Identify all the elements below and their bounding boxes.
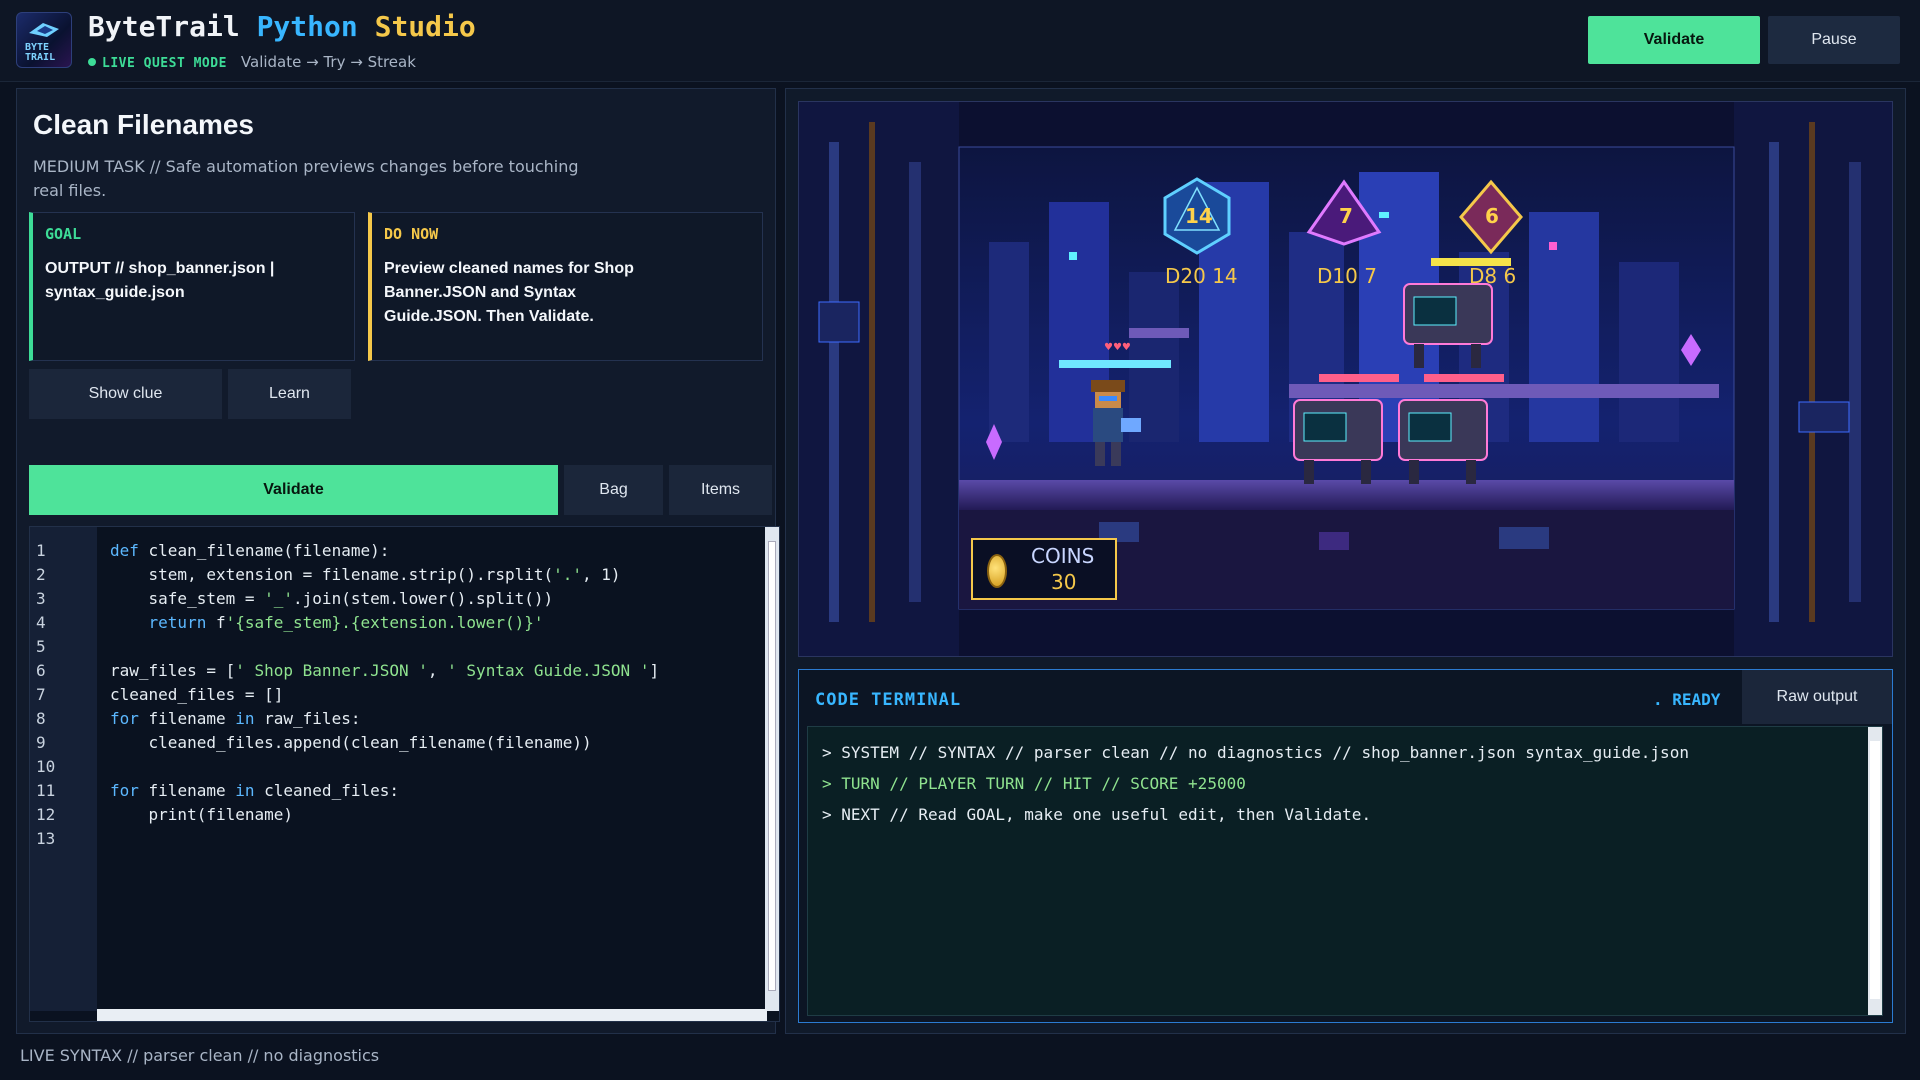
app-title-studio: Studio [374, 10, 476, 43]
code-terminal: CODE TERMINAL . READY Raw output > SYSTE… [798, 669, 1893, 1023]
terminal-status: . READY [1653, 690, 1721, 709]
terminal-output[interactable]: > SYSTEM // SYNTAX // parser clean // no… [807, 726, 1883, 1016]
code-line[interactable]: print(filename) [110, 805, 294, 824]
terminal-line: > TURN // PLAYER TURN // HIT // SCORE +2… [822, 774, 1246, 793]
items-button[interactable]: Items [669, 465, 772, 515]
terminal-scrollbar[interactable] [1868, 727, 1882, 1015]
line-number: 11 [36, 781, 56, 800]
goal-text: OUTPUT // shop_banner.json | syntax_guid… [45, 260, 275, 301]
do-now-heading: DO NOW [384, 225, 439, 243]
code-line[interactable]: for filename in cleaned_files: [110, 781, 399, 800]
code-editor[interactable]: 1 2 3 4 5 6 7 8 9 10 11 12 13 def clean_… [29, 526, 780, 1022]
spaceship-icon [29, 23, 59, 37]
logo-text-trail: TRAIL [25, 52, 56, 63]
line-number: 5 [36, 637, 46, 656]
code-line[interactable]: return f'{safe_stem}.{extension.lower()}… [110, 613, 544, 632]
live-indicator-icon [88, 58, 96, 66]
terminal-line: > SYSTEM // SYNTAX // parser clean // no… [822, 743, 1689, 762]
line-number: 4 [36, 613, 46, 632]
line-number: 9 [36, 733, 46, 752]
status-bar: LIVE SYNTAX // parser clean // no diagno… [20, 1046, 380, 1065]
coins-counter: COINS 30 [971, 538, 1117, 600]
line-number: 6 [36, 661, 46, 680]
d10-value: 7 [1339, 204, 1353, 228]
do-now-card: DO NOW Preview cleaned names for Shop Ba… [368, 212, 763, 361]
task-description: MEDIUM TASK // Safe automation previews … [33, 157, 579, 200]
app-title-bytetrail: ByteTrail [88, 10, 240, 43]
task-title: Clean Filenames [33, 109, 254, 140]
d20-value: 14 [1185, 204, 1213, 228]
game-panel: ♥♥♥ 14 7 6 D20 14 D10 7 D8 6 COINS 30 CO… [785, 88, 1906, 1034]
task-panel: Clean Filenames MEDIUM TASK // Safe auto… [16, 88, 780, 1034]
code-line[interactable]: cleaned_files.append(clean_filename(file… [110, 733, 592, 752]
coin-icon [987, 554, 1007, 588]
code-line[interactable]: cleaned_files = [] [110, 685, 283, 704]
editor-scroll-thumb[interactable] [768, 541, 776, 991]
header-validate-button[interactable]: Validate [1588, 16, 1760, 64]
line-number-gutter: 1 2 3 4 5 6 7 8 9 10 11 12 13 [30, 527, 97, 1011]
terminal-scroll-thumb[interactable] [1870, 741, 1880, 999]
learn-button[interactable]: Learn [228, 369, 351, 419]
pause-button[interactable]: Pause [1768, 16, 1900, 64]
app-title: ByteTrail Python Studio [88, 10, 476, 43]
editor-validate-button[interactable]: Validate [29, 465, 558, 515]
goal-heading: GOAL [45, 225, 82, 243]
code-line[interactable]: for filename in raw_files: [110, 709, 360, 728]
bytetrail-logo: BYTE TRAIL [16, 12, 72, 68]
show-clue-button[interactable]: Show clue [29, 369, 222, 419]
editor-horizontal-scrollbar[interactable] [97, 1009, 767, 1021]
line-number: 3 [36, 589, 46, 608]
line-number: 2 [36, 565, 46, 584]
d8-value: 6 [1485, 204, 1499, 228]
line-number: 10 [36, 757, 56, 776]
line-number: 1 [36, 541, 46, 560]
d20-label: D20 14 [1165, 264, 1238, 288]
game-scene: ♥♥♥ 14 7 6 D20 14 D10 7 D8 6 COINS 30 [798, 101, 1893, 657]
line-number: 12 [36, 805, 56, 824]
subheader: LIVE QUEST MODE Validate → Try → Streak [88, 53, 416, 71]
code-line[interactable]: stem, extension = filename.strip().rspli… [110, 565, 621, 584]
terminal-title: CODE TERMINAL [815, 690, 962, 710]
do-now-text: Preview cleaned names for Shop Banner.JS… [384, 260, 634, 325]
goal-card: GOAL OUTPUT // shop_banner.json | syntax… [29, 212, 355, 361]
line-number: 7 [36, 685, 46, 704]
code-line[interactable]: raw_files = [' Shop Banner.JSON ', ' Syn… [110, 661, 659, 680]
raw-output-button[interactable]: Raw output [1742, 670, 1892, 724]
app-title-python: Python [256, 10, 358, 43]
terminal-line: > NEXT // Read GOAL, make one useful edi… [822, 805, 1372, 824]
code-line[interactable]: def clean_filename(filename): [110, 541, 389, 560]
d10-label: D10 7 [1317, 264, 1377, 288]
svg-text:♥♥♥: ♥♥♥ [1104, 342, 1131, 353]
live-mode-label: LIVE QUEST MODE [102, 56, 227, 71]
code-line[interactable]: safe_stem = '_'.join(stem.lower().split(… [110, 589, 554, 608]
coins-label: COINS [1031, 544, 1095, 568]
line-number: 8 [36, 709, 46, 728]
line-number: 13 [36, 829, 56, 848]
flow-text: Validate → Try → Streak [240, 53, 416, 71]
app-header: BYTE TRAIL ByteTrail Python Studio LIVE … [0, 0, 1920, 82]
coins-value: 30 [1051, 570, 1077, 594]
bag-button[interactable]: Bag [564, 465, 663, 515]
editor-vertical-scrollbar[interactable] [765, 527, 779, 1011]
d8-label: D8 6 [1469, 264, 1517, 288]
game-scene-art: ♥♥♥ [799, 102, 1892, 656]
